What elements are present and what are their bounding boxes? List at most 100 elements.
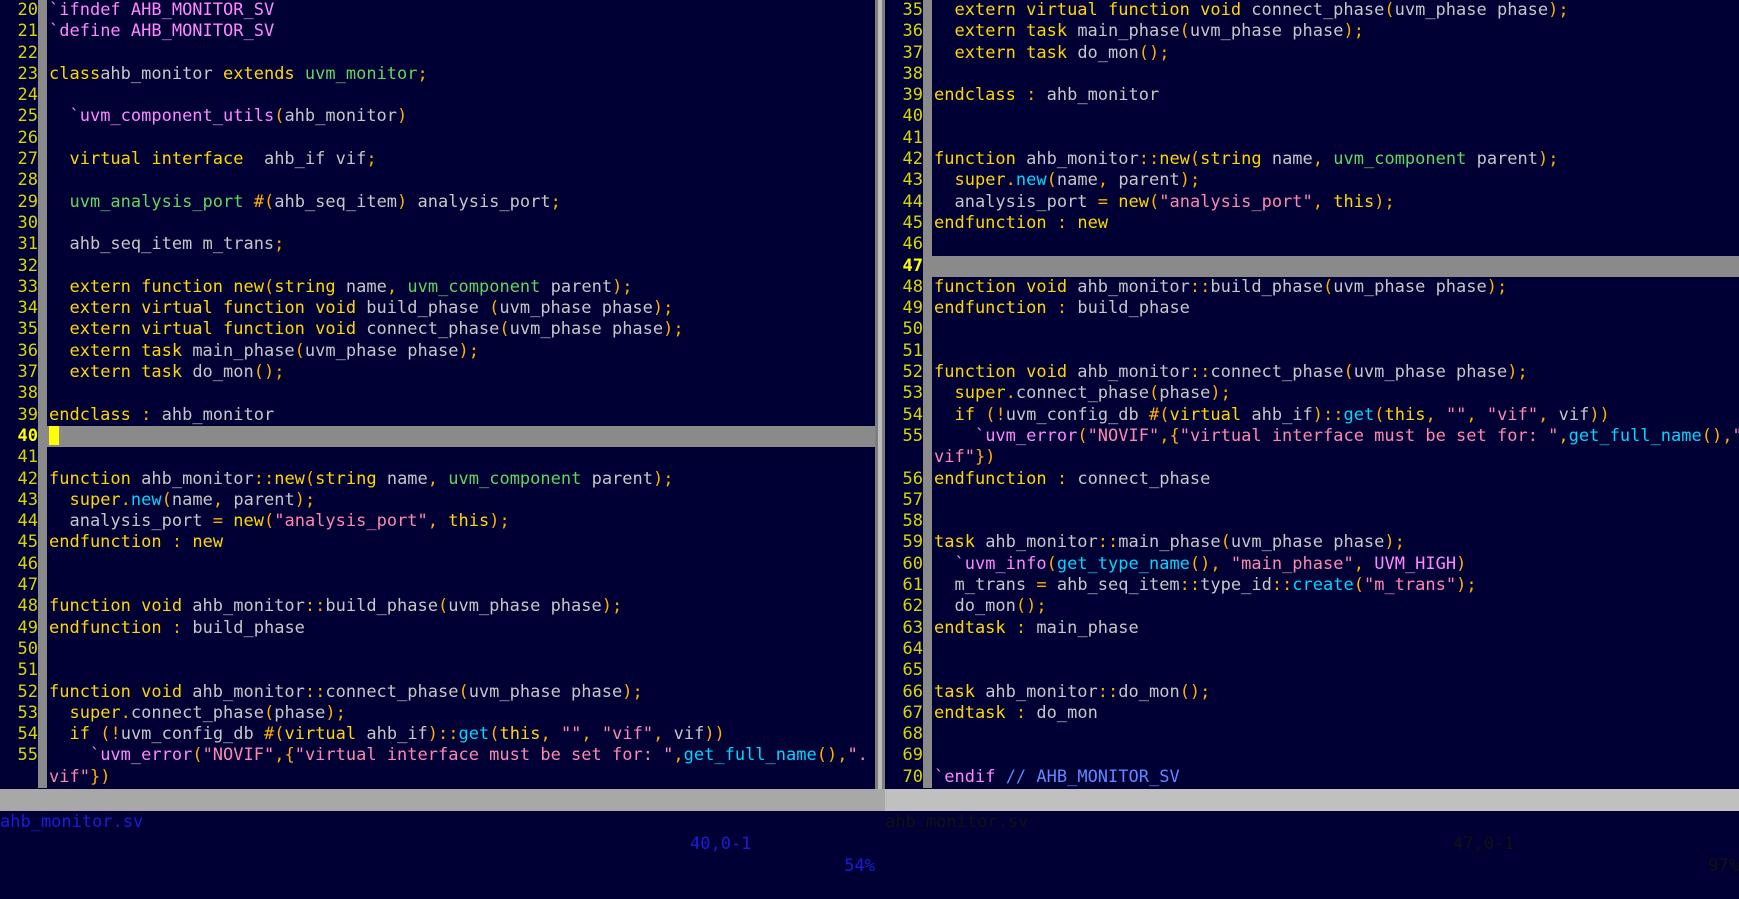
code-line[interactable]: 47	[0, 575, 875, 597]
code-text[interactable]: function void ahb_monitor::build_phase(u…	[47, 596, 875, 617]
code-text[interactable]	[47, 213, 875, 234]
code-line[interactable]: 36 extern task main_phase(uvm_phase phas…	[0, 340, 875, 363]
code-line[interactable]: 53 super.connect_phase(phase);	[0, 702, 875, 725]
code-line[interactable]: 51	[885, 340, 1739, 363]
code-text[interactable]: extern task main_phase(uvm_phase phase);	[47, 341, 875, 362]
code-text[interactable]: vif"})	[47, 767, 875, 788]
code-line[interactable]: 44 analysis_port = new("analysis_port", …	[885, 191, 1739, 213]
code-line[interactable]: 37 extern task do_mon();	[0, 362, 875, 384]
code-text[interactable]: function void ahb_monitor::connect_phase…	[47, 682, 875, 703]
code-line[interactable]: 33 extern function new(string name, uvm_…	[0, 276, 875, 299]
code-line[interactable]: 54 if (!uvm_config_db #(virtual ahb_if):…	[885, 404, 1739, 426]
code-text[interactable]	[47, 639, 875, 660]
code-line[interactable]: 63 endtask : main_phase	[885, 617, 1739, 639]
code-line[interactable]: 40	[885, 106, 1739, 128]
code-line[interactable]: 46	[0, 553, 875, 576]
code-line[interactable]: 60 `uvm_info(get_type_name(), "main_phas…	[885, 553, 1739, 576]
code-text[interactable]	[932, 319, 1739, 340]
code-line[interactable]: 44 analysis_port = new("analysis_port", …	[0, 511, 875, 533]
code-text[interactable]: endtask : do_mon	[932, 703, 1739, 724]
vim-editor[interactable]: 20 `ifndef AHB_MONITOR_SV 21 `define AHB_MO…	[0, 0, 1739, 876]
code-line[interactable]: 56 endfunction : connect_phase	[885, 468, 1739, 490]
code-line[interactable]: 40	[0, 425, 875, 448]
code-line[interactable]: 22	[0, 42, 875, 64]
code-line[interactable]: 24	[0, 85, 875, 107]
code-line[interactable]: 62 do_mon();	[885, 596, 1739, 618]
code-text[interactable]	[932, 660, 1739, 681]
code-line[interactable]: 52 function void ahb_monitor::connect_pha…	[885, 362, 1739, 384]
code-line[interactable]: 39 endclass : ahb_monitor	[0, 404, 875, 426]
code-text[interactable]: extern virtual function void connect_pha…	[932, 0, 1739, 21]
code-line[interactable]: 25 `uvm_component_utils(ahb_monitor)	[0, 106, 875, 128]
code-line[interactable]: 67 endtask : do_mon	[885, 702, 1739, 725]
code-text[interactable]: extern task do_mon();	[932, 43, 1739, 64]
code-line[interactable]: 50	[0, 638, 875, 661]
code-text[interactable]: task ahb_monitor::main_phase(uvm_phase p…	[932, 532, 1739, 553]
code-text[interactable]: endclass : ahb_monitor	[47, 405, 875, 426]
code-text[interactable]	[47, 554, 875, 575]
code-line[interactable]: 58	[885, 511, 1739, 533]
code-line[interactable]: 38	[885, 63, 1739, 86]
code-text[interactable]: super.new(name, parent);	[47, 490, 875, 511]
code-line[interactable]: 49 endfunction : build_phase	[885, 298, 1739, 320]
code-text[interactable]	[47, 256, 875, 277]
code-line[interactable]: 57	[885, 489, 1739, 512]
code-line[interactable]: 55 `uvm_error("NOVIF",{"virtual interfac…	[885, 425, 1739, 448]
code-text[interactable]	[47, 170, 875, 191]
code-text[interactable]	[47, 575, 875, 596]
code-line[interactable]: 42 function ahb_monitor::new(string name,…	[885, 149, 1739, 171]
code-line[interactable]: 37 extern task do_mon();	[885, 42, 1739, 64]
code-text[interactable]: vif"})	[932, 447, 1739, 468]
code-line[interactable]: 28	[0, 170, 875, 192]
left-editor-pane[interactable]: 20 `ifndef AHB_MONITOR_SV 21 `define AHB_MO…	[0, 0, 875, 789]
code-line[interactable]: 45 endfunction : new	[0, 532, 875, 554]
code-line[interactable]: 50	[885, 319, 1739, 341]
code-line[interactable]: 35 extern virtual function void connect_…	[0, 319, 875, 341]
code-text[interactable]: `define AHB_MONITOR_SV	[47, 21, 875, 42]
code-text[interactable]: function void ahb_monitor::build_phase(u…	[932, 277, 1739, 298]
code-text[interactable]	[932, 745, 1739, 766]
code-line[interactable]: 39 endclass : ahb_monitor	[885, 85, 1739, 107]
code-text[interactable]: function ahb_monitor::new(string name, u…	[47, 469, 875, 490]
code-text[interactable]: endfunction : new	[47, 532, 875, 553]
code-line[interactable]: 64	[885, 638, 1739, 661]
code-text[interactable]	[932, 64, 1739, 85]
code-line[interactable]: 41	[885, 127, 1739, 150]
code-text[interactable]	[932, 511, 1739, 532]
code-text[interactable]	[932, 106, 1739, 127]
code-text[interactable]: `uvm_component_utils(ahb_monitor)	[47, 106, 875, 127]
code-line[interactable]: 23 classahb_monitor extends uvm_monitor;	[0, 63, 875, 86]
code-line[interactable]: 70 `endif // AHB_MONITOR_SV	[885, 766, 1739, 788]
code-line[interactable]: 51	[0, 660, 875, 682]
code-text[interactable]: endtask : main_phase	[932, 618, 1739, 639]
code-line[interactable]: 65	[885, 660, 1739, 682]
code-line[interactable]: 49 endfunction : build_phase	[0, 617, 875, 639]
code-text[interactable]: `ifndef AHB_MONITOR_SV	[47, 0, 875, 21]
code-text[interactable]	[932, 639, 1739, 660]
code-line[interactable]: 21 `define AHB_MONITOR_SV	[0, 21, 875, 43]
code-text[interactable]	[932, 234, 1739, 255]
code-text[interactable]	[932, 128, 1739, 149]
code-line[interactable]: 42 function ahb_monitor::new(string name,…	[0, 468, 875, 490]
code-text[interactable]: ahb_seq_item m_trans;	[47, 234, 875, 255]
code-text[interactable]: endfunction : build_phase	[47, 618, 875, 639]
code-text[interactable]: extern task do_mon();	[47, 362, 875, 383]
code-text[interactable]: task ahb_monitor::do_mon();	[932, 682, 1739, 703]
code-line[interactable]: 45 endfunction : new	[885, 212, 1739, 235]
code-text[interactable]: if (!uvm_config_db #(virtual ahb_if)::ge…	[932, 405, 1739, 426]
code-line[interactable]: 38	[0, 383, 875, 405]
code-text[interactable]: `endif // AHB_MONITOR_SV	[932, 767, 1739, 788]
code-text[interactable]: classahb_monitor extends uvm_monitor;	[47, 64, 875, 85]
code-line[interactable]: 47	[885, 255, 1739, 277]
code-text[interactable]: function ahb_monitor::new(string name, u…	[932, 149, 1739, 170]
code-text[interactable]	[932, 255, 1739, 277]
code-line[interactable]: 48 function void ahb_monitor::build_phase…	[885, 276, 1739, 299]
code-line[interactable]: 35 extern virtual function void connect_…	[885, 0, 1739, 22]
code-text[interactable]	[932, 341, 1739, 362]
code-text[interactable]: super.connect_phase(phase);	[932, 383, 1739, 404]
code-text[interactable]	[47, 128, 875, 149]
code-line[interactable]: 41	[0, 447, 875, 469]
right-editor-pane[interactable]: 35 extern virtual function void connect_…	[885, 0, 1739, 789]
code-line[interactable]: 43 super.new(name, parent);	[885, 170, 1739, 192]
code-text[interactable]	[47, 425, 875, 448]
